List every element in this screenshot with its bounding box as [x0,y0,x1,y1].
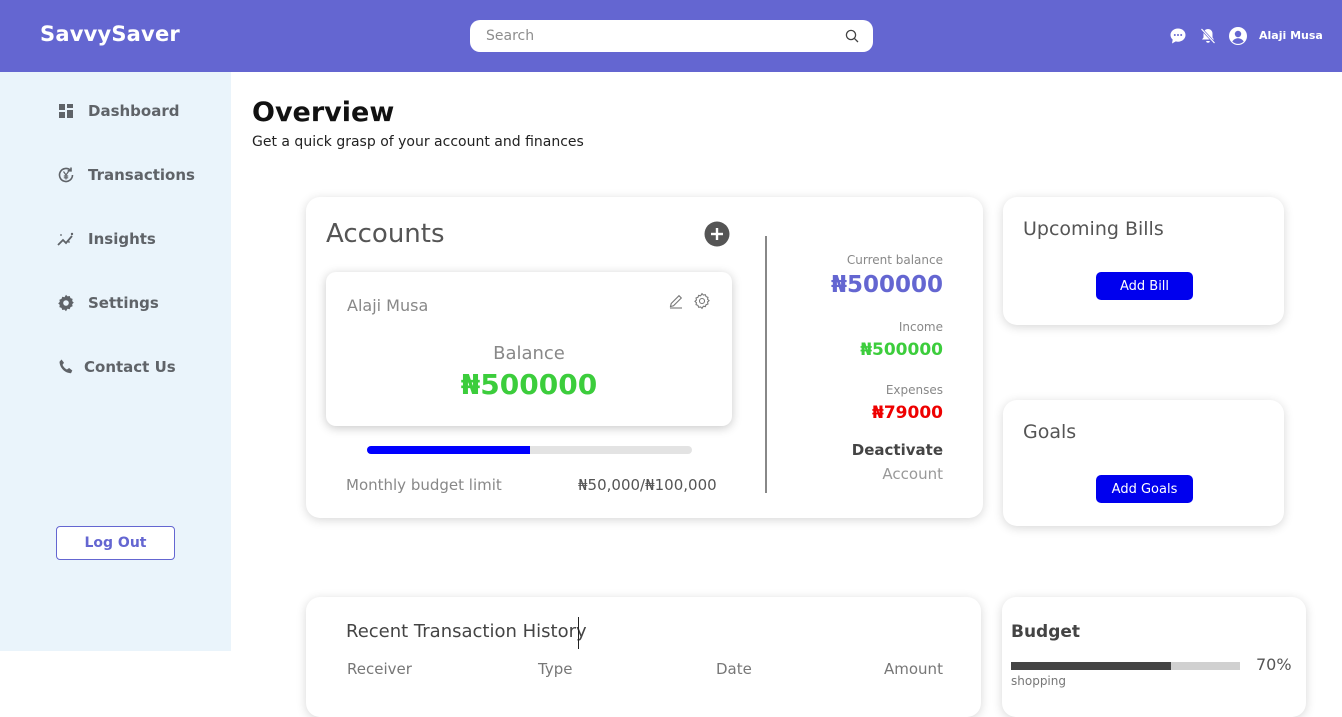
page-title: Overview [252,97,395,128]
expenses-label: Expenses [885,383,943,397]
sidebar-item-label: Insights [88,230,156,248]
budget-category-fill [1011,662,1172,670]
column-header-amount[interactable]: Amount [884,660,943,678]
sidebar-item-contact-us[interactable]: Contact Us [56,355,176,379]
income-label: Income [898,320,943,334]
divider [765,236,767,493]
transaction-history-title: Recent Transaction History [346,621,587,642]
notifications-off-icon[interactable] [1199,27,1217,45]
budget-percent: 70% [1256,655,1292,674]
user-name[interactable]: Alaji Musa [1259,29,1323,42]
balance-value: ₦500000 [460,368,598,401]
brand-logo[interactable]: SavvySaver [40,22,180,46]
income-value: ₦500000 [860,340,943,360]
balance-label: Balance [493,343,565,364]
budget-card: Budget 70% shopping [1002,597,1306,717]
budget-limit-value: ₦50,000/₦100,000 [578,476,717,494]
goals-title: Goals [1023,421,1077,443]
column-header-type[interactable]: Type [538,660,572,678]
dashboard-icon [59,104,73,118]
sidebar-item-settings[interactable]: Settings [56,291,159,315]
budget-progress-fill [367,446,530,454]
account-detail-card: Alaji Musa Balance ₦500000 [326,272,732,426]
sidebar-item-label: Transactions [88,166,195,184]
text-cursor [578,617,579,649]
account-holder-name: Alaji Musa [347,296,429,315]
sidebar-item-transactions[interactable]: Transactions [56,163,195,187]
sidebar-item-insights[interactable]: Insights [56,227,156,251]
sidebar-item-dashboard[interactable]: Dashboard [56,99,179,123]
transaction-history-card: Recent Transaction History Receiver Type… [306,597,981,717]
expenses-value: ₦79000 [872,403,943,423]
budget-category-label: shopping [1011,674,1066,688]
current-balance-value: ₦500000 [830,272,943,298]
budget-category-bar [1011,662,1240,670]
sidebar-item-label: Settings [88,294,159,312]
budget-progress-bar [367,446,692,454]
phone-icon [59,359,73,374]
account-settings-icon[interactable] [693,292,711,310]
column-header-receiver[interactable]: Receiver [347,660,412,678]
add-account-icon[interactable] [704,221,730,247]
top-bar: SavvySaver Alaji Musa [0,0,1342,72]
accounts-title: Accounts [326,219,445,249]
sidebar-item-label: Contact Us [84,358,176,376]
user-avatar-icon[interactable] [1228,26,1248,46]
search-box[interactable] [470,20,873,52]
goals-card: Goals Add Goals [1003,400,1284,526]
upcoming-bills-card: Upcoming Bills Add Bill [1003,197,1284,325]
column-header-date[interactable]: Date [716,660,752,678]
budget-limit-label: Monthly budget limit [346,476,502,494]
add-goals-button[interactable]: Add Goals [1096,475,1193,503]
deactivate-account-link[interactable]: Deactivate [852,441,943,459]
add-bill-button[interactable]: Add Bill [1096,272,1193,300]
budget-title: Budget [1011,622,1081,642]
search-input[interactable] [486,26,826,46]
sidebar: Dashboard Transactions Insights Settings… [0,72,231,651]
current-balance-label: Current balance [846,253,943,267]
insights-icon [57,232,74,246]
edit-icon[interactable] [668,293,684,309]
transactions-icon [58,167,74,183]
upcoming-bills-title: Upcoming Bills [1023,218,1164,240]
chat-icon[interactable] [1169,27,1187,45]
deactivate-account-link-2[interactable]: Account [882,465,943,483]
sidebar-item-label: Dashboard [88,102,180,120]
logout-button[interactable]: Log Out [56,526,175,560]
search-icon[interactable] [845,29,859,43]
gear-icon [58,294,74,312]
accounts-card: Accounts Alaji Musa Balance ₦500000 Mont… [306,197,983,518]
page-subtitle: Get a quick grasp of your account and fi… [252,134,584,150]
